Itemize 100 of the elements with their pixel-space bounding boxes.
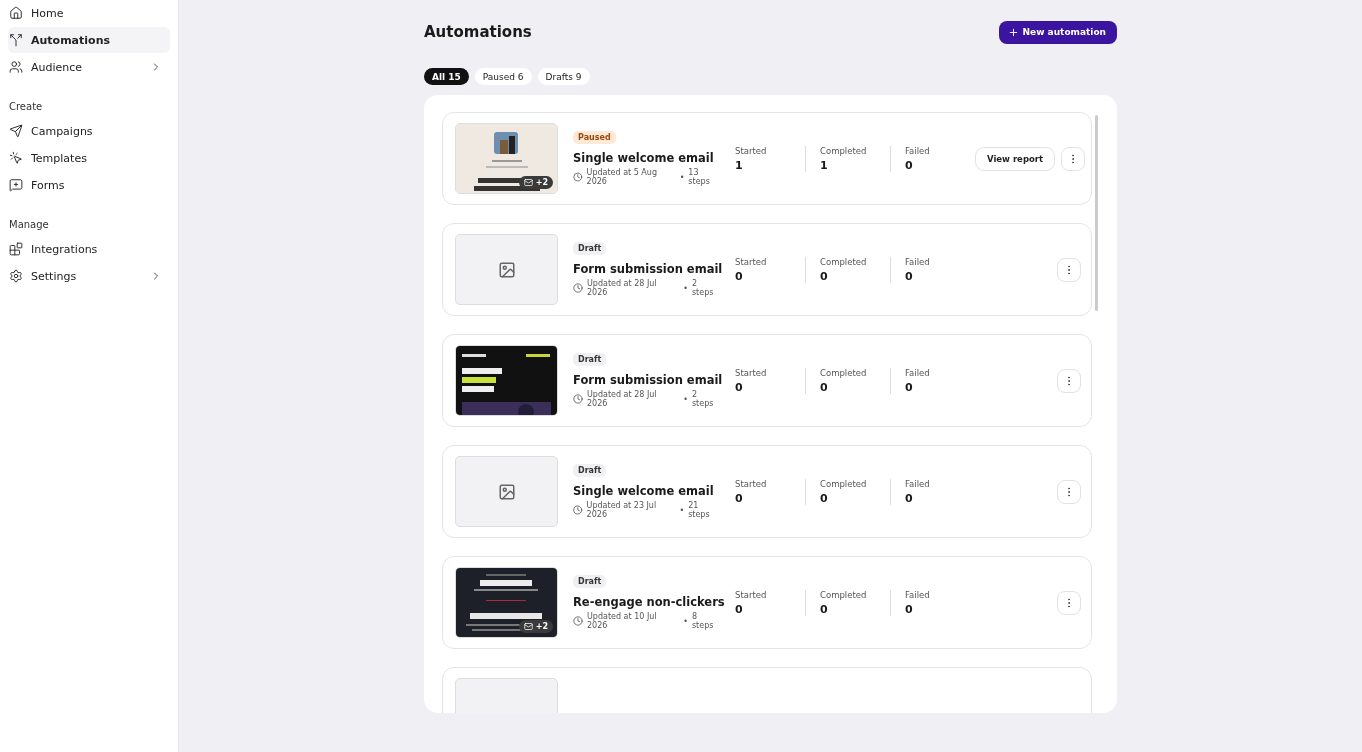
stat-label: Failed — [905, 367, 931, 378]
sidebar-label: Settings — [31, 269, 78, 283]
section-heading: Manage — [8, 218, 50, 232]
bullet-separator: • — [683, 283, 688, 293]
settings-icon — [9, 269, 23, 283]
sidebar-item[interactable]: Automations — [8, 27, 170, 53]
stat-label: Failed — [905, 256, 931, 267]
more-options-button[interactable] — [1057, 590, 1081, 615]
clock-icon — [573, 616, 583, 626]
sidebar-item[interactable]: Settings — [8, 263, 170, 289]
stat-label: Started — [735, 478, 768, 489]
stat-label: Completed — [820, 145, 868, 156]
stat-value: 0 — [735, 380, 744, 394]
section-heading: Create — [8, 100, 44, 114]
stat-label: Completed — [820, 367, 868, 378]
scrollbar[interactable] — [1095, 115, 1098, 311]
stat-value: 0 — [820, 269, 829, 283]
stat-label: Started — [735, 589, 768, 600]
stat-value: 0 — [735, 491, 744, 505]
updated-date: Updated at 28 Jul 2026 — [587, 390, 658, 408]
clock-icon — [573, 505, 583, 515]
stat-value: 0 — [905, 602, 914, 616]
page-title: Automations — [424, 23, 532, 41]
stat-value: 0 — [820, 491, 829, 505]
stat-label: Failed — [905, 589, 931, 600]
more-options-button[interactable] — [1061, 146, 1086, 171]
stat-value: 0 — [735, 269, 744, 283]
clock-icon — [573, 283, 583, 293]
image-placeholder-icon — [497, 260, 516, 279]
updated-date: Updated at 10 Jul 2026 — [587, 612, 658, 630]
new-automation-button[interactable]: New automation — [998, 20, 1117, 44]
stat-value: 0 — [905, 269, 914, 283]
view-report-button[interactable]: View report — [975, 146, 1056, 171]
sidebar-item[interactable]: Audience — [8, 54, 170, 80]
step-count: 8 steps — [691, 612, 715, 630]
stat-label: Completed — [820, 589, 868, 600]
bullet-separator: • — [683, 394, 688, 404]
status-badge: Draft — [573, 242, 607, 255]
updated-date: Updated at 5 Aug 2026 — [586, 168, 658, 186]
more-options-button[interactable] — [1057, 479, 1081, 504]
more-options-button[interactable] — [1057, 257, 1081, 282]
step-count: 21 steps — [688, 501, 711, 519]
filter-tab[interactable]: All 15 — [424, 68, 469, 85]
users-icon — [9, 60, 23, 74]
stat-value: 0 — [905, 491, 914, 505]
blocks-icon — [9, 242, 23, 256]
updated-date: Updated at 23 Jul 2026 — [586, 501, 658, 519]
stat-value: 1 — [820, 158, 829, 172]
branch-icon — [9, 33, 23, 47]
sidebar-label: Home — [31, 6, 65, 20]
stat-value: 0 — [905, 158, 914, 172]
bullet-separator: • — [679, 172, 685, 182]
stat-label: Failed — [905, 145, 931, 156]
automation-title: Form submission email — [573, 373, 721, 387]
sidebar-item[interactable]: Templates — [8, 145, 170, 171]
bullet-separator: • — [683, 616, 688, 626]
stat-value: 0 — [820, 602, 829, 616]
clock-icon — [573, 172, 583, 182]
stat-label: Started — [735, 367, 768, 378]
sidebar-label: Integrations — [31, 242, 99, 256]
sidebar-item[interactable]: Campaigns — [8, 118, 170, 144]
more-options-button[interactable] — [1057, 368, 1081, 393]
image-placeholder-icon — [497, 482, 516, 501]
stat-value: 0 — [735, 602, 744, 616]
sidebar-item[interactable]: Home — [8, 0, 170, 26]
stat-value: 0 — [820, 380, 829, 394]
home-icon — [9, 6, 23, 20]
sidebar-label: Audience — [31, 60, 84, 74]
sidebar-item[interactable]: Forms — [8, 172, 170, 198]
status-badge: Draft — [573, 353, 607, 366]
automation-title: Single welcome email — [573, 151, 715, 165]
updated-date: Updated at 28 Jul 2026 — [587, 279, 658, 297]
step-count: 2 steps — [691, 279, 715, 297]
stat-label: Started — [735, 256, 768, 267]
sidebar-label: Campaigns — [31, 124, 94, 138]
filter-tab[interactable]: Paused 6 — [474, 68, 532, 85]
clock-icon — [573, 394, 583, 404]
stat-label: Completed — [820, 256, 868, 267]
stat-label: Completed — [820, 478, 868, 489]
sidebar-item[interactable]: Integrations — [8, 236, 170, 262]
status-badge: Draft — [573, 464, 607, 477]
send-icon — [9, 124, 23, 138]
plus-icon — [1007, 26, 1019, 38]
stat-label: Started — [735, 145, 768, 156]
cursor-icon — [9, 151, 23, 165]
status-badge: Draft — [573, 575, 607, 588]
sidebar-label: Automations — [31, 33, 111, 47]
filter-tab[interactable]: Drafts 9 — [537, 68, 590, 85]
automation-title: Single welcome email — [573, 484, 715, 498]
sidebar-label: Templates — [31, 151, 88, 165]
step-count: 2 steps — [691, 390, 715, 408]
message-plus-icon — [9, 178, 23, 192]
stat-label: Failed — [905, 478, 931, 489]
stat-value: 1 — [735, 158, 744, 172]
stat-value: 0 — [905, 380, 914, 394]
status-badge: Paused — [573, 131, 616, 144]
bullet-separator: • — [679, 505, 685, 515]
automation-title: Form submission email — [573, 262, 721, 276]
sidebar-label: Forms — [31, 178, 66, 192]
step-count: 13 steps — [688, 168, 711, 186]
